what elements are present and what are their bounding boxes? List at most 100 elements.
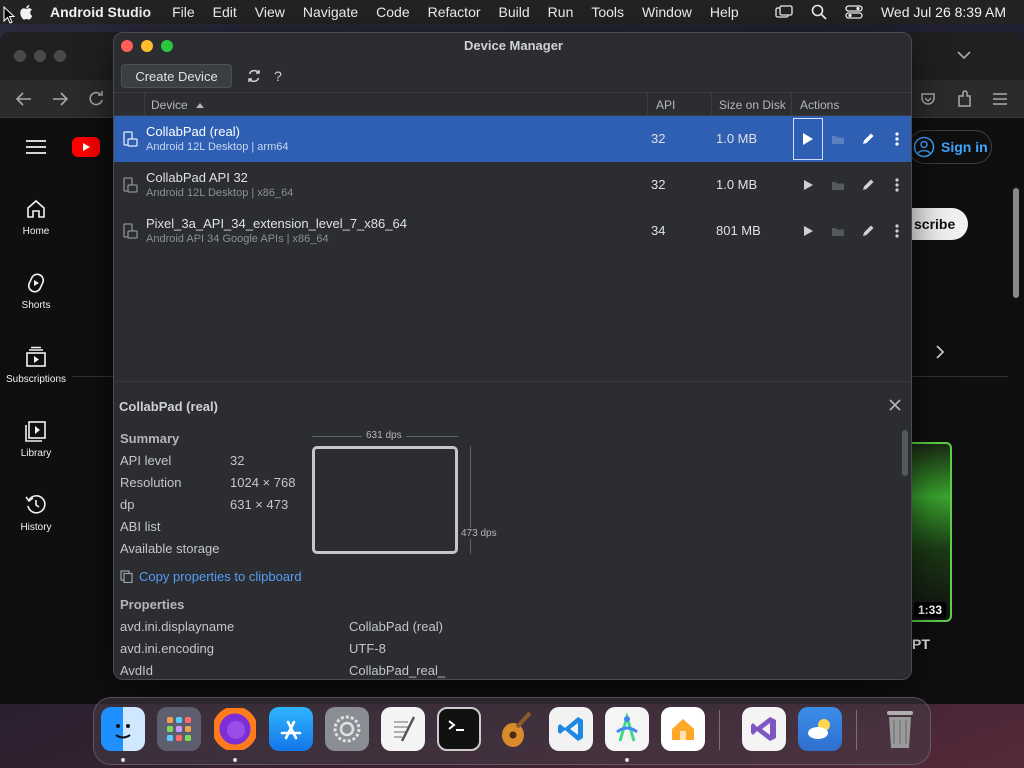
subscribe-button[interactable]: scribe <box>912 208 968 240</box>
reload-icon[interactable] <box>88 91 104 107</box>
screen-preview <box>312 446 458 554</box>
sidebar-item-library[interactable]: Library <box>0 420 72 459</box>
menu-navigate[interactable]: Navigate <box>294 4 367 20</box>
edit-button[interactable] <box>858 221 878 241</box>
pencil-icon <box>863 179 874 190</box>
dock-launchpad-icon[interactable] <box>157 707 201 751</box>
menu-code[interactable]: Code <box>367 4 418 20</box>
menu-bar-clock[interactable]: Wed Jul 26 8:39 AM <box>881 4 1006 20</box>
column-separator <box>647 93 648 115</box>
create-device-button[interactable]: Create Device <box>121 64 232 88</box>
menu-icon[interactable] <box>992 92 1008 106</box>
device-api: 32 <box>651 177 666 192</box>
dock-system-settings-icon[interactable] <box>325 707 369 751</box>
copy-properties-link[interactable]: Copy properties to clipboard <box>120 569 302 584</box>
details-scrollbar[interactable] <box>902 430 908 476</box>
dock-textedit-icon[interactable] <box>381 707 425 751</box>
refresh-icon[interactable] <box>245 67 263 85</box>
device-row[interactable]: CollabPad API 32 Android 12L Desktop | x… <box>114 162 911 208</box>
control-center-icon[interactable] <box>845 5 863 19</box>
menu-tools[interactable]: Tools <box>582 4 633 20</box>
extensions-icon[interactable] <box>956 90 972 108</box>
apple-logo-icon[interactable] <box>18 3 36 21</box>
dock-android-studio-icon[interactable] <box>605 707 649 751</box>
device-name: CollabPad API 32 <box>146 170 248 185</box>
dock-finder-icon[interactable] <box>101 707 145 751</box>
browser-scrollbar[interactable] <box>1013 188 1019 298</box>
menu-view[interactable]: View <box>246 4 294 20</box>
sidebar-item-label: Shorts <box>21 300 51 311</box>
edit-button[interactable] <box>858 129 878 149</box>
dock-home-icon[interactable] <box>661 707 705 751</box>
menu-edit[interactable]: Edit <box>204 4 246 20</box>
column-separator <box>144 93 145 115</box>
edit-button[interactable] <box>858 175 878 195</box>
device-details: Android 12L Desktop | arm64 <box>146 141 289 153</box>
menu-refactor[interactable]: Refactor <box>419 4 490 20</box>
sign-in-button[interactable]: Sign in <box>908 130 992 164</box>
dock-separator <box>719 710 720 750</box>
help-icon[interactable]: ? <box>269 67 287 85</box>
launch-button[interactable] <box>793 118 823 160</box>
launch-button[interactable] <box>798 175 818 195</box>
open-folder-button[interactable] <box>828 175 848 195</box>
menu-window[interactable]: Window <box>633 4 701 20</box>
device-row[interactable]: Pixel_3a_API_34_extension_level_7_x86_64… <box>114 208 911 254</box>
menu-file[interactable]: File <box>163 4 204 20</box>
browser-minimize-button[interactable] <box>34 50 46 62</box>
window-title: Device Manager <box>464 38 563 53</box>
device-row[interactable]: CollabPad (real) Android 12L Desktop | a… <box>114 116 911 162</box>
more-actions-button[interactable] <box>887 221 907 241</box>
details-title: CollabPad (real) <box>119 399 218 414</box>
subscribe-label: scribe <box>914 216 956 232</box>
copy-icon <box>120 570 133 583</box>
chevron-down-icon[interactable] <box>957 50 971 60</box>
property-value: CollabPad_real_ <box>349 663 446 678</box>
summary-key: Available storage <box>120 541 220 556</box>
back-arrow-icon[interactable] <box>16 92 32 106</box>
sidebar-item-home[interactable]: Home <box>0 198 72 237</box>
more-actions-button[interactable] <box>887 129 907 149</box>
dock-weather-icon[interactable] <box>798 707 842 751</box>
dock-terminal-icon[interactable] <box>437 707 481 751</box>
column-header-device[interactable]: Device <box>151 98 205 112</box>
browser-close-button[interactable] <box>14 50 26 62</box>
height-dps-label: 473 dps <box>460 528 498 539</box>
browser-zoom-button[interactable] <box>54 50 66 62</box>
dock-app-store-icon[interactable] <box>269 707 313 751</box>
mouse-pointer-icon <box>3 6 15 24</box>
youtube-logo[interactable] <box>72 137 100 157</box>
dock-running-indicator <box>233 758 237 762</box>
more-actions-button[interactable] <box>887 175 907 195</box>
launch-button[interactable] <box>798 221 818 241</box>
dock-garageband-icon[interactable] <box>493 707 537 751</box>
open-folder-button[interactable] <box>828 129 848 149</box>
menu-help[interactable]: Help <box>701 4 748 20</box>
sidebar-item-shorts[interactable]: Shorts <box>0 272 72 311</box>
video-title[interactable]: PT <box>912 636 930 652</box>
column-header-size[interactable]: Size on Disk <box>719 98 786 112</box>
chevron-right-icon[interactable] <box>935 345 945 359</box>
dock-vscode-icon[interactable] <box>549 707 593 751</box>
pocket-icon[interactable] <box>920 91 936 107</box>
video-thumbnail[interactable] <box>912 442 952 622</box>
close-icon[interactable] <box>886 396 904 414</box>
menu-run[interactable]: Run <box>539 4 583 20</box>
dock-visual-studio-icon[interactable] <box>742 707 786 751</box>
dock-trash-icon[interactable] <box>878 707 922 751</box>
dock-firefox-icon[interactable] <box>213 707 257 751</box>
sidebar-item-history[interactable]: History <box>0 494 72 533</box>
folder-icon <box>832 135 844 144</box>
menu-build[interactable]: Build <box>490 4 539 20</box>
dock-running-indicator <box>625 758 629 762</box>
property-value: UTF-8 <box>349 641 386 656</box>
device-name: Pixel_3a_API_34_extension_level_7_x86_64 <box>146 216 407 231</box>
active-app-name[interactable]: Android Studio <box>50 4 151 20</box>
column-header-api[interactable]: API <box>656 98 675 112</box>
open-folder-button[interactable] <box>828 221 848 241</box>
property-key: avd.ini.encoding <box>120 641 214 656</box>
sidebar-item-subscriptions[interactable]: Subscriptions <box>0 346 72 385</box>
forward-arrow-icon[interactable] <box>52 92 68 106</box>
search-icon[interactable] <box>811 4 827 20</box>
screen-mirroring-icon[interactable] <box>775 5 793 19</box>
